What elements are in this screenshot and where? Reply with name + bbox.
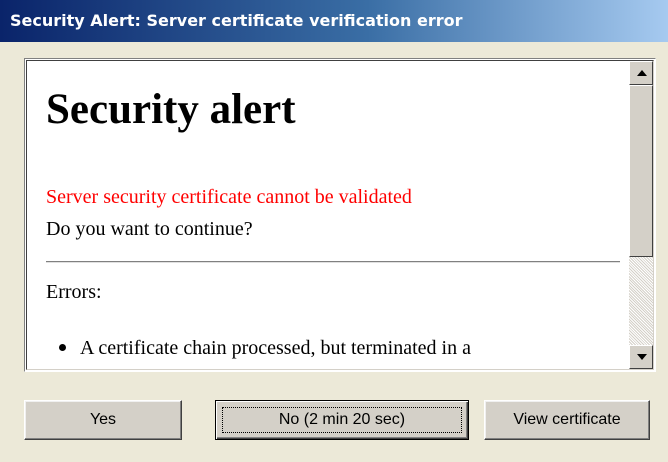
vertical-scrollbar[interactable] (629, 61, 653, 369)
scroll-down-button[interactable] (629, 345, 653, 369)
bullet-icon (59, 343, 66, 351)
alert-content-frame: Security alert Server security certifica… (24, 58, 656, 372)
view-certificate-button[interactable]: View certificate (484, 400, 650, 440)
yes-button-label: Yes (89, 411, 117, 428)
divider (46, 261, 620, 263)
error-list-item: A certificate chain processed, but termi… (59, 337, 471, 360)
yes-button[interactable]: Yes (24, 400, 182, 440)
window-title: Security Alert: Server certificate verif… (0, 0, 668, 42)
alert-document: Security alert Server security certifica… (27, 61, 631, 369)
no-button-label: No (2 min 20 sec) (278, 411, 406, 428)
alert-heading: Security alert (46, 86, 296, 133)
view-certificate-button-label: View certificate (513, 411, 621, 428)
triangle-down-icon (637, 354, 647, 360)
continue-question: Do you want to continue? (46, 218, 253, 240)
error-text: A certificate chain processed, but termi… (80, 337, 471, 359)
scroll-thumb[interactable] (629, 85, 653, 257)
scroll-up-button[interactable] (629, 61, 653, 85)
warning-text: Server security certificate cannot be va… (46, 186, 412, 208)
security-alert-dialog: Security Alert: Server certificate verif… (0, 0, 668, 462)
triangle-up-icon (637, 70, 647, 76)
alert-content-view[interactable]: Security alert Server security certifica… (26, 60, 654, 370)
errors-label: Errors: (46, 281, 102, 303)
no-button[interactable]: No (2 min 20 sec) (215, 400, 469, 440)
